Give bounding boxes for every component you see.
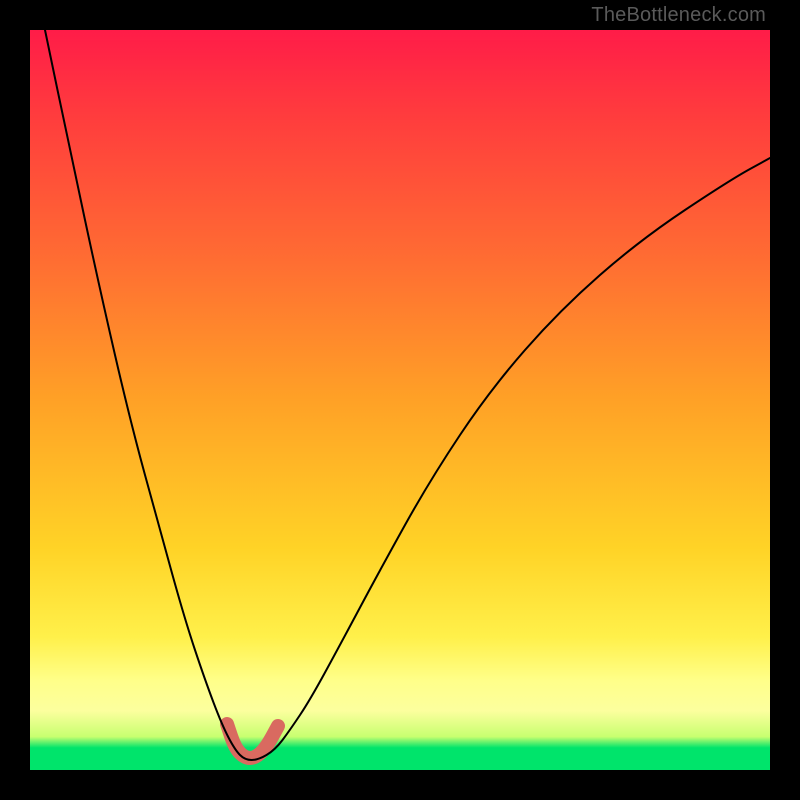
plot-area: [30, 30, 770, 770]
curve-layer: [30, 30, 770, 770]
watermark-label: TheBottleneck.com: [591, 4, 766, 27]
bottleneck-curve: [45, 30, 770, 760]
